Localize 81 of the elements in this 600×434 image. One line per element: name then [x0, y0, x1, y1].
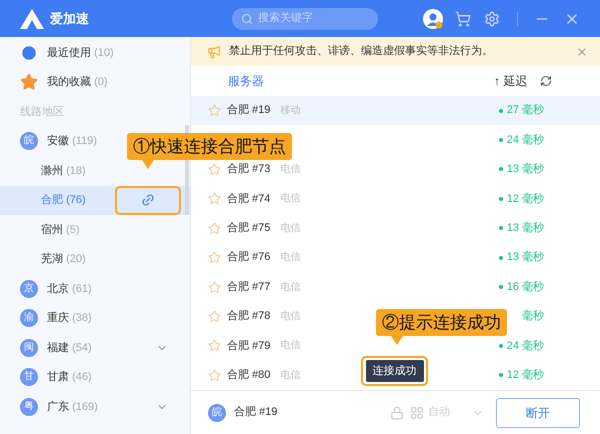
city-item[interactable]: 宿州 (5)	[41, 222, 111, 238]
latency-value: 12 毫秒	[506, 368, 544, 383]
carrier-label: 电信	[280, 192, 300, 206]
star-icon[interactable]	[208, 162, 221, 176]
cart-icon[interactable]	[455, 10, 471, 26]
server-name: 合肥 #78	[227, 309, 270, 324]
region-badge: 甘	[20, 368, 38, 386]
current-server: 合肥 #19	[234, 405, 278, 420]
carrier-label: 电信	[280, 338, 300, 354]
region-badge: 皖	[20, 132, 38, 150]
star-icon[interactable]	[208, 104, 221, 118]
carrier-label: 电信	[280, 222, 300, 236]
tooltip-pointer	[391, 336, 403, 345]
server-name: 合肥 #19	[227, 103, 270, 118]
region-badge: 皖	[208, 404, 226, 422]
disconnect-button[interactable]: 断开	[496, 398, 580, 428]
star-icon[interactable]	[208, 339, 221, 352]
connect-button[interactable]	[115, 186, 181, 215]
section-label: 线路地区	[20, 104, 64, 120]
logo-icon	[20, 8, 44, 28]
latency-value: 27 毫秒	[506, 102, 544, 118]
region-item[interactable]: 福建 (54)	[47, 340, 92, 356]
region-badge: 闽	[20, 338, 38, 357]
server-name: 合肥 #76	[227, 250, 270, 266]
toast-message: 连接成功	[366, 360, 424, 382]
settings-icon[interactable]	[484, 10, 500, 26]
region-item[interactable]: 北京 (61)	[47, 280, 92, 297]
star-icon[interactable]	[208, 251, 221, 264]
server-name: 合肥 #75	[227, 221, 270, 236]
latency-value: 24 毫秒	[506, 338, 544, 354]
annotation-tooltip: ①快速连接合肥节点	[127, 133, 292, 160]
star-icon[interactable]	[208, 368, 221, 382]
star-icon	[20, 73, 38, 92]
star-icon[interactable]	[208, 280, 221, 294]
latency-value: 13 毫秒	[506, 250, 544, 266]
region-item[interactable]: 重庆 (38)	[47, 310, 92, 326]
notice-text: 禁止用于任何攻击、诽谤、编造虚假事实等非法行为。	[229, 44, 494, 60]
city-item[interactable]: 芜湖 (20)	[41, 251, 111, 268]
search-input[interactable]: 搜索关键字	[258, 10, 358, 27]
region-badge: 粤	[20, 398, 38, 416]
megaphone-icon	[207, 44, 221, 58]
region-item[interactable]: 广东 (169)	[47, 398, 98, 415]
refresh-icon[interactable]	[540, 75, 552, 87]
latency-value: 16 毫秒	[506, 280, 544, 295]
latency-value: 13 毫秒	[506, 162, 544, 178]
search-icon	[241, 12, 253, 24]
region-badge: 京	[20, 280, 38, 298]
close-icon[interactable]	[576, 46, 588, 58]
column-header[interactable]: 服务器	[228, 72, 494, 90]
carrier-label: 电信	[280, 280, 300, 295]
tooltip-pointer	[142, 160, 154, 169]
region-item[interactable]: 安徽 (119)	[47, 133, 97, 150]
column-header[interactable]: ↑ 延迟	[494, 72, 536, 90]
avatar-icon[interactable]	[423, 8, 443, 28]
region-item[interactable]: 甘肃 (46)	[47, 369, 92, 386]
annotation-tooltip: ②提示连接成功	[376, 309, 507, 336]
grid-icon[interactable]	[410, 406, 424, 420]
latency-value: 12 毫秒	[506, 192, 544, 207]
star-icon[interactable]	[208, 192, 221, 206]
star-icon[interactable]	[208, 310, 221, 323]
server-name: 合肥 #79	[227, 338, 270, 354]
server-name: 合肥 #77	[227, 280, 270, 295]
star-icon[interactable]	[208, 222, 221, 235]
latency-value: 毫秒	[522, 308, 544, 324]
lock-icon[interactable]	[390, 406, 404, 420]
latency-value: 24 毫秒	[506, 132, 544, 148]
search-field[interactable]: 搜索关键字	[232, 8, 378, 30]
server-name: 合肥 #80	[227, 368, 270, 383]
city-item[interactable]: 滁州 (18)	[41, 162, 111, 179]
sidebar-item[interactable]: 我的收藏 (0)	[47, 74, 108, 90]
carrier-label: 电信	[280, 250, 300, 266]
carrier-label: 电信	[280, 310, 300, 324]
app-name: 爱加速	[50, 10, 89, 28]
server-name: 合肥 #74	[227, 192, 270, 207]
region-badge: 渝	[20, 309, 38, 328]
carrier-label: 电信	[280, 368, 300, 383]
carrier-label: 移动	[280, 104, 300, 118]
carrier-label: 电信	[280, 162, 300, 177]
latency-value: 13 毫秒	[506, 220, 544, 236]
server-name: 合肥 #73	[227, 162, 270, 178]
sidebar-item[interactable]: 最近使用 (10)	[47, 44, 114, 61]
